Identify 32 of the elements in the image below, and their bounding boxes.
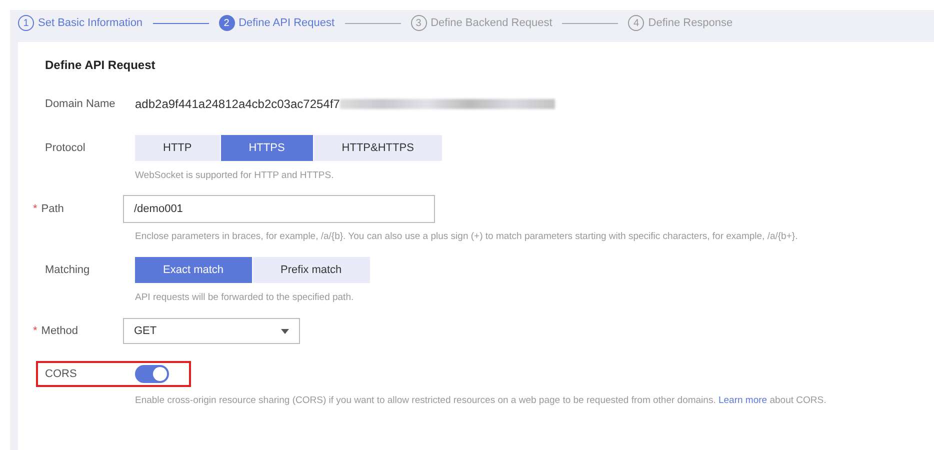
field-label: Matching (45, 264, 90, 276)
option-button[interactable]: HTTP&HTTPS (314, 135, 442, 161)
step-label: Define Backend Request (430, 17, 552, 29)
field-label: Protocol (45, 142, 86, 154)
field-label: Domain Name (45, 98, 116, 110)
field-label: Method (41, 325, 78, 337)
field-label: Path (41, 203, 64, 215)
step-number: 3 (410, 15, 427, 31)
learn-more-link[interactable]: Learn more (718, 395, 768, 406)
hint-text: API requests will be forwarded to the specified path. (135, 292, 355, 303)
cors-toggle[interactable] (135, 365, 169, 383)
required-mark: * (33, 325, 38, 337)
path-input[interactable]: /demo001 (123, 195, 435, 223)
method-select[interactable]: GET (123, 318, 300, 344)
required-mark: * (33, 203, 38, 215)
step-number: 2 (218, 15, 235, 31)
step-number: 4 (628, 15, 644, 31)
hint-text: WebSocket is supported for HTTP and HTTPS. (135, 170, 335, 181)
step-label: Set Basic Information (38, 17, 143, 29)
hint-text: Enable cross-origin resource sharing (CORS) if you want to allow restricted resources on a web page to be requested from other domains. Learn more about CORS. (135, 395, 828, 406)
hint-text: Enclose parameters in braces, for example, /a/{b}. You can also use a plus sign (+) to match parameters starting with specific characters, for example, /a/{b+}. (135, 231, 799, 242)
field-label: CORS (45, 368, 77, 380)
option-button[interactable]: HTTPS (220, 135, 313, 161)
caret-icon (281, 328, 289, 334)
step-number: 1 (18, 15, 34, 31)
option-button[interactable]: Prefix match (252, 257, 370, 283)
option-button[interactable]: Exact match (135, 257, 252, 283)
section-title: Define API Request (45, 58, 156, 72)
option-button[interactable]: HTTP (135, 135, 220, 161)
domain-name-value: adb2a9f441a24812a4cb2c03ac7254f7 (135, 97, 340, 111)
step-label: Define API Request (238, 17, 335, 29)
step-label: Define Response (648, 17, 733, 29)
